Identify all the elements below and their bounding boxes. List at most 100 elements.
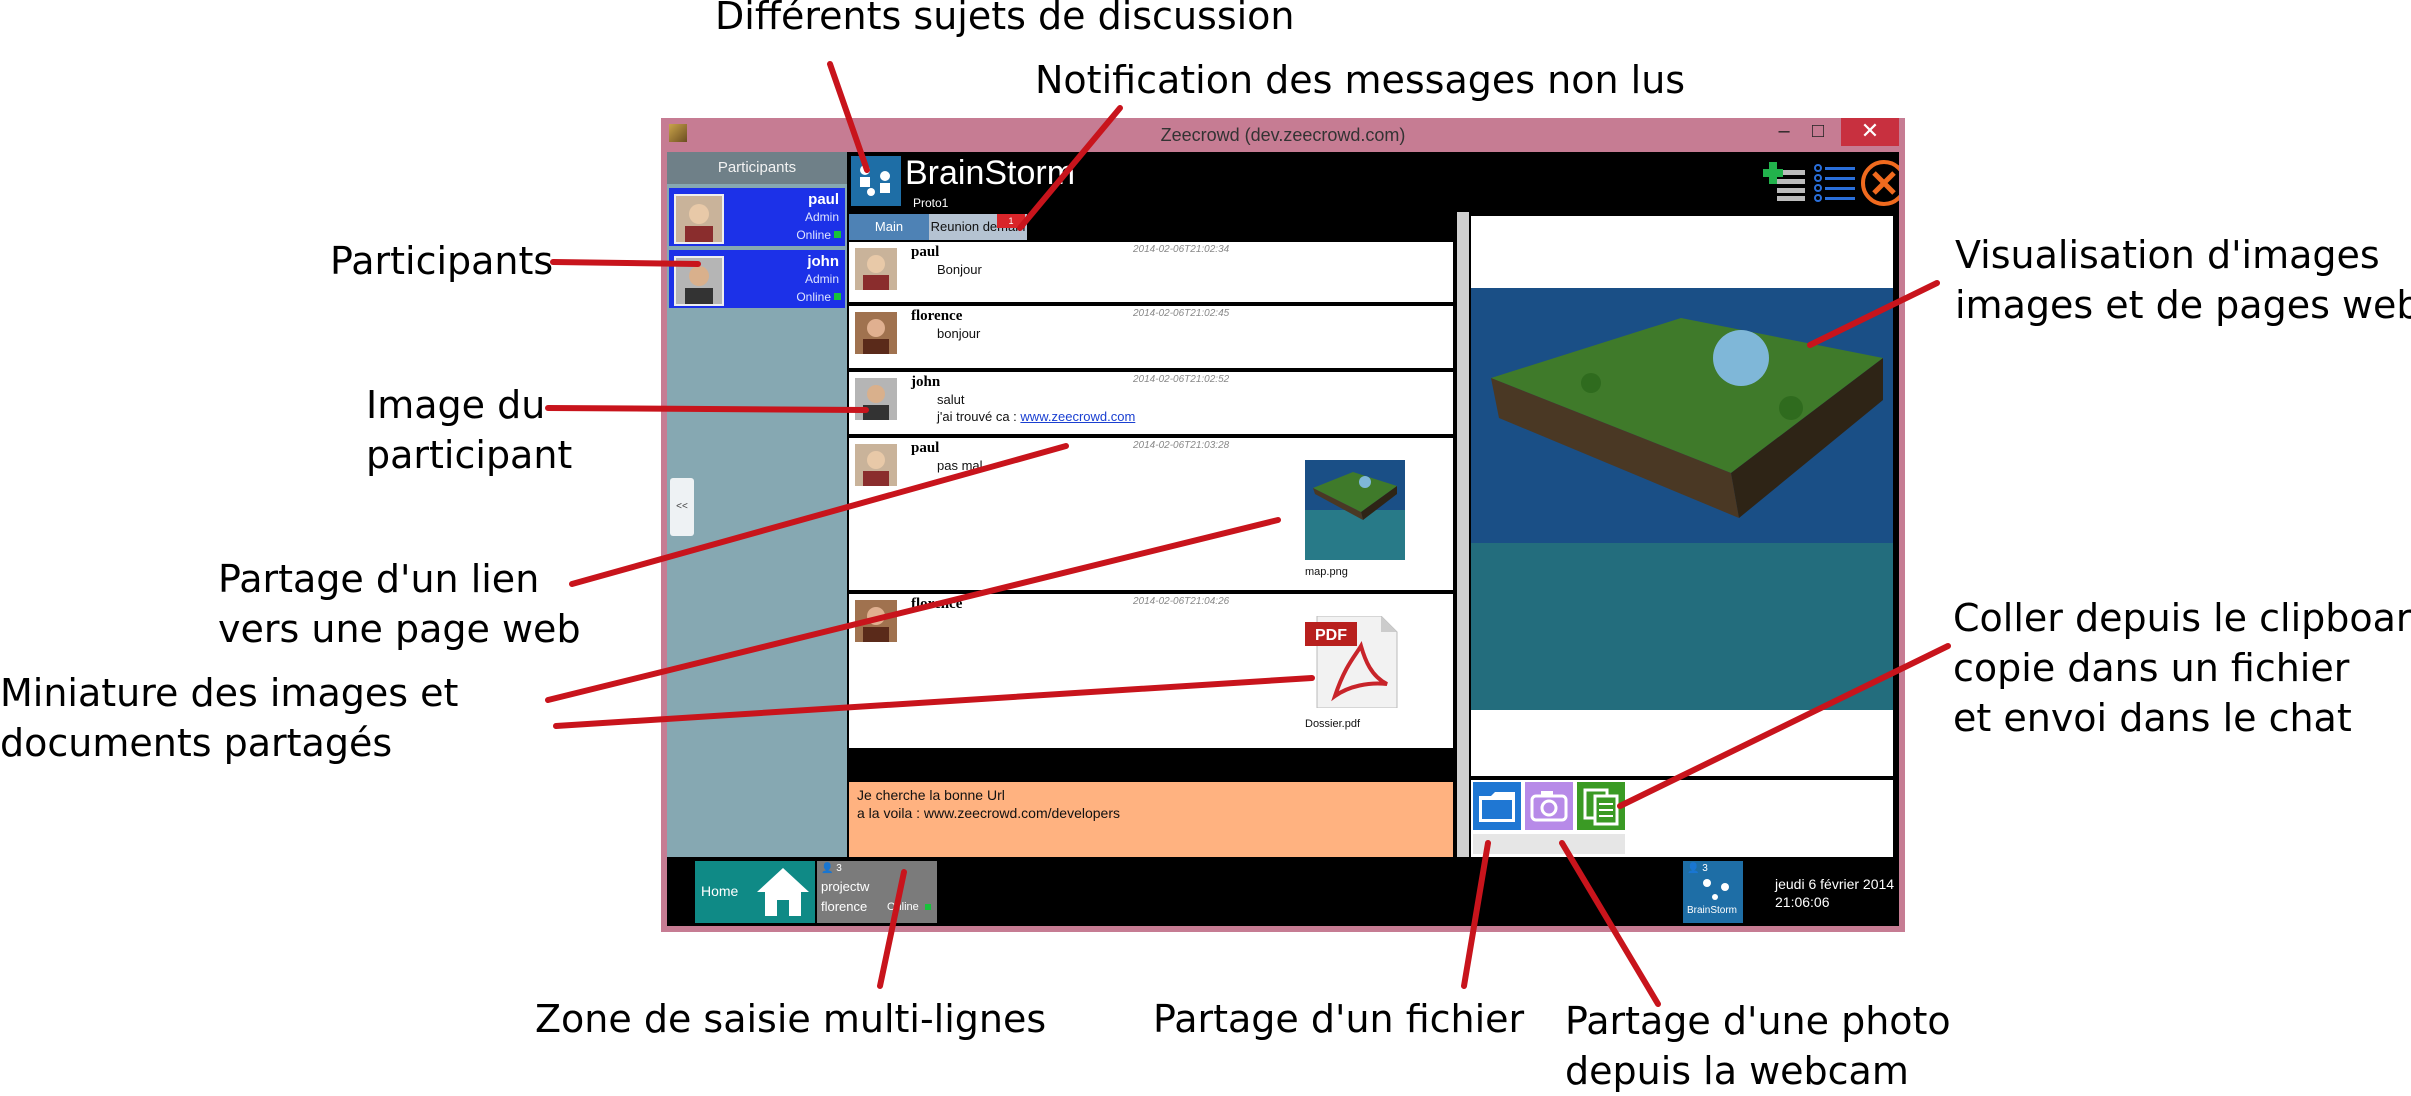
message-timestamp: 2014-02-06T21:03:28 [1133, 440, 1230, 451]
message-author: john [911, 374, 941, 390]
annotation-line: Visualisation d'images [1955, 233, 2380, 277]
annotation-line: et envoi dans le chat [1953, 696, 2352, 740]
brainstorm-icon [851, 156, 901, 206]
taskbar: Home 👤 3 projectw florence Online 👤 3 Br… [667, 857, 1899, 926]
window-close-button[interactable]: ✕ [1841, 118, 1899, 146]
participant-role: Admin [804, 272, 839, 286]
title-bar: Zeecrowd (dev.zeecrowd.com) – □ ✕ [661, 118, 1905, 152]
message-author: paul [911, 440, 940, 456]
annotation-file: Partage d'un fichier [1153, 997, 1525, 1041]
participant-name: john [807, 253, 839, 270]
annotation-clipboard: Coller depuis le clipboard, copie dans u… [1953, 593, 2411, 743]
message-timestamp: 2014-02-06T21:02:34 [1133, 244, 1230, 255]
svg-text:PDF: PDF [1315, 627, 1347, 644]
add-user-icon[interactable] [1763, 162, 1807, 202]
map-image [1471, 288, 1893, 710]
participant-status: Online [796, 228, 831, 242]
participants-header: Participants [667, 152, 847, 184]
avatar-image [676, 196, 722, 242]
user-count: 👤 3 [821, 863, 842, 874]
avatar [855, 600, 897, 642]
annotation-line: Image du [366, 383, 546, 427]
camera-icon[interactable] [1525, 782, 1573, 830]
clipboard-icon[interactable] [1577, 782, 1625, 830]
annotation-participants: Participants [330, 239, 554, 283]
people-icon [860, 165, 890, 196]
message-author: florence [911, 596, 963, 612]
user-count-value: 3 [836, 863, 842, 874]
annotation-avatar: Image du participant [366, 380, 572, 480]
annotation-line: participant [366, 433, 573, 477]
online-indicator [834, 293, 841, 300]
app-subtitle: Proto1 [913, 196, 949, 210]
app-window: Zeecrowd (dev.zeecrowd.com) – □ ✕ Partic… [661, 118, 1905, 932]
project-name: projectw [821, 879, 870, 894]
participants-panel: Participants paul Admin Online john Admi… [667, 152, 847, 857]
minimize-button[interactable]: – [1769, 118, 1799, 146]
collapse-sidebar-button[interactable]: << [670, 478, 694, 536]
brainstorm-label: BrainStorm [1687, 905, 1738, 916]
folder-icon[interactable] [1473, 782, 1521, 830]
share-toolbar [1471, 780, 1893, 857]
tab-main[interactable]: Main [849, 214, 929, 240]
avatar [855, 378, 897, 420]
shared-image-preview[interactable] [1471, 288, 1893, 710]
user-count: 👤 3 [1687, 863, 1708, 874]
annotation-line: vers une page web [218, 607, 581, 651]
clock: jeudi 6 février 2014 21:06:06 [1775, 875, 1894, 911]
message-text: pas mal [937, 458, 983, 473]
message-timestamp: 2014-02-06T21:04:26 [1133, 596, 1230, 607]
annotation-webcam: Partage d'une photo depuis la webcam [1565, 996, 1951, 1096]
avatar [855, 248, 897, 290]
message-text: bonjour [937, 326, 981, 341]
avatar-image [676, 258, 722, 304]
app-client-area: Participants paul Admin Online john Admi… [667, 152, 1899, 926]
annotation-input: Zone de saisie multi-lignes [535, 997, 1047, 1041]
message-timestamp: 2014-02-06T21:02:45 [1133, 308, 1230, 319]
home-button[interactable]: Home [695, 861, 815, 923]
annotation-line: Partage d'une photo [1565, 999, 1951, 1043]
shared-link[interactable]: www.zeecrowd.com [1020, 409, 1135, 424]
message-item: florence 2014-02-06T21:04:26 PDF Dossier… [849, 594, 1453, 748]
avatar [855, 444, 897, 486]
taskbar-brainstorm[interactable]: 👤 3 BrainStorm [1683, 861, 1743, 923]
home-icon [757, 868, 809, 916]
link-prefix: j'ai trouvé ca : [937, 409, 1021, 424]
image-thumbnail[interactable] [1305, 460, 1405, 560]
avatar [674, 194, 724, 244]
online-indicator [834, 231, 841, 238]
message-item: john 2014-02-06T21:02:52 salut j'ai trou… [849, 372, 1453, 434]
user-count-value: 3 [1702, 863, 1708, 874]
attachment-name: Dossier.pdf [1305, 718, 1361, 730]
pdf-icon[interactable]: PDF [1305, 615, 1401, 709]
message-text: salut [937, 392, 965, 407]
home-label: Home [701, 883, 739, 899]
project-status: Online [887, 901, 919, 913]
close-icon[interactable] [1859, 158, 1899, 208]
message-item: florence 2014-02-06T21:02:45 bonjour [849, 306, 1453, 368]
participant-role: Admin [804, 210, 839, 224]
message-author: florence [911, 308, 963, 324]
annotation-line: copie dans un fichier [1953, 646, 2350, 690]
message-item: paul 2014-02-06T21:03:28 pas mal map.png [849, 438, 1453, 590]
participant-name: paul [808, 191, 839, 208]
message-timestamp: 2014-02-06T21:02:52 [1133, 374, 1230, 385]
window-title: Zeecrowd (dev.zeecrowd.com) [1160, 125, 1406, 145]
participant-card-john[interactable]: john Admin Online [669, 250, 845, 308]
message-item: paul 2014-02-06T21:02:34 Bonjour [849, 242, 1453, 302]
taskbar-project-projectw[interactable]: 👤 3 projectw florence Online [817, 861, 937, 923]
maximize-button[interactable]: □ [1803, 118, 1833, 146]
message-text: Bonjour [937, 262, 982, 277]
message-input[interactable]: Je cherche la bonne Url a la voila : www… [849, 782, 1453, 857]
participant-card-paul[interactable]: paul Admin Online [669, 188, 845, 246]
participant-status: Online [796, 290, 831, 304]
splitter-bar[interactable] [1457, 212, 1469, 857]
project-user: florence [821, 899, 868, 914]
app-header: BrainStorm Proto1 [849, 152, 1899, 212]
attachment-name: map.png [1305, 566, 1348, 578]
avatar [674, 256, 724, 306]
list-icon[interactable] [1813, 162, 1857, 202]
annotation-line: Miniature des images et [0, 671, 459, 715]
annotation-line: Partage d'un lien [218, 557, 540, 601]
annotation-topics: Différents sujets de discussion [715, 0, 1295, 38]
